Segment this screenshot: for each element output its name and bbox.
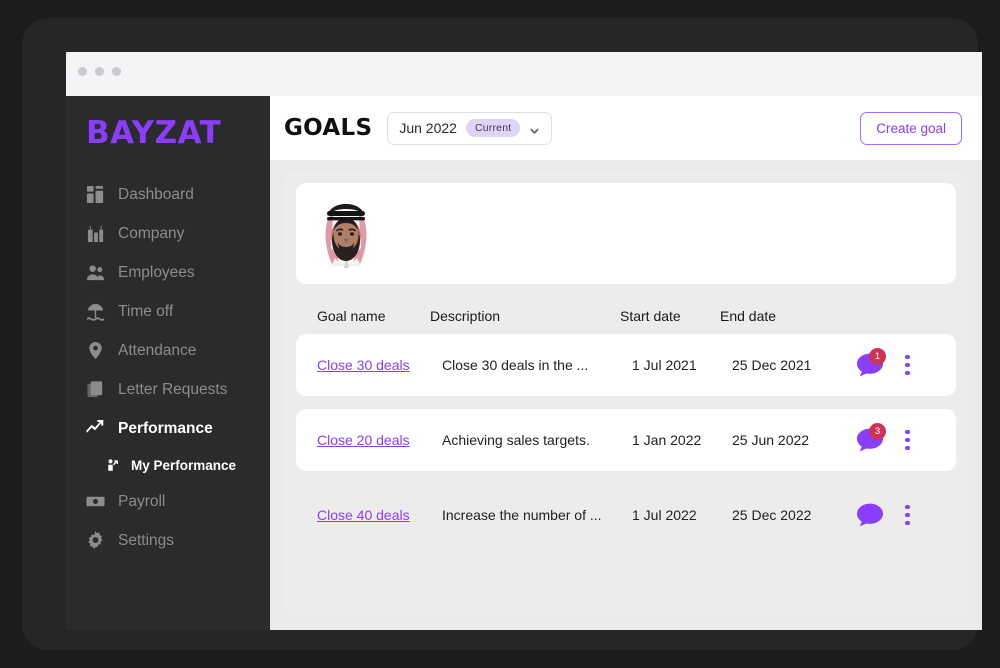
company-icon (86, 224, 105, 243)
table-row[interactable]: Close 40 deals Increase the number of ..… (296, 484, 956, 546)
sidebar-item-my-performance[interactable]: My Performance (66, 448, 270, 482)
row-menu-button[interactable] (905, 354, 910, 376)
sidebar-item-letter-requests[interactable]: Letter Requests (66, 370, 270, 409)
create-goal-button[interactable]: Create goal (860, 111, 962, 145)
goal-start-date: 1 Jul 2022 (632, 507, 697, 523)
sidebar-item-label: Dashboard (118, 185, 194, 203)
employee-card (296, 183, 956, 284)
period-selector[interactable]: Jun 2022 Current (387, 111, 553, 145)
comment-icon (857, 353, 883, 380)
comments-button[interactable] (857, 503, 883, 527)
column-header-description: Description (430, 308, 501, 324)
trend-arrow-icon (86, 419, 105, 438)
goals-panel: Goal name Description Start date End dat… (284, 171, 968, 616)
person-arrow-icon (106, 458, 121, 473)
goal-start-date: 1 Jan 2022 (632, 432, 702, 448)
dashboard-icon (86, 185, 105, 204)
sidebar-item-label: Time off (118, 302, 174, 320)
column-header-actions (845, 308, 968, 324)
app-body: BAYZAT Dashboard Company Employees Time … (66, 96, 982, 630)
comment-icon (857, 428, 883, 455)
maximize-icon[interactable] (112, 67, 121, 76)
goal-description: Increase the number of ... (442, 507, 602, 523)
page-title: GOALS (284, 115, 373, 141)
goal-description: Achieving sales targets. (442, 432, 590, 448)
main-content: GOALS Jun 2022 Current Create goal Goal … (270, 96, 982, 630)
window-titlebar (66, 52, 982, 96)
sidebar-nav-list: Dashboard Company Employees Time off Att… (66, 175, 270, 560)
sidebar-item-performance[interactable]: Performance (66, 409, 270, 448)
bayzat-logo[interactable]: BAYZAT (86, 118, 270, 149)
row-menu-button[interactable] (905, 504, 910, 526)
sidebar-item-time-off[interactable]: Time off (66, 292, 270, 331)
sidebar-item-label: Attendance (118, 341, 197, 359)
sidebar-item-label: Performance (118, 419, 213, 437)
time-off-icon (86, 302, 105, 321)
browser-screen: BAYZAT Dashboard Company Employees Time … (66, 52, 982, 630)
comment-count-badge: 3 (869, 423, 886, 440)
row-menu-button[interactable] (905, 429, 910, 451)
sidebar-item-attendance[interactable]: Attendance (66, 331, 270, 370)
goal-description: Close 30 deals in the ... (442, 357, 589, 373)
column-header-goal-name: Goal name (317, 308, 386, 324)
sidebar-item-dashboard[interactable]: Dashboard (66, 175, 270, 214)
comment-icon (857, 503, 883, 530)
goal-end-date: 25 Dec 2021 (732, 357, 812, 373)
sidebar-item-payroll[interactable]: Payroll (66, 482, 270, 521)
location-pin-icon (86, 341, 105, 360)
document-icon (86, 380, 105, 399)
table-row[interactable]: Close 30 deals Close 30 deals in the ...… (296, 334, 956, 396)
table-row[interactable]: Close 20 deals Achieving sales targets. … (296, 409, 956, 471)
sidebar-item-company[interactable]: Company (66, 214, 270, 253)
period-value: Jun 2022 (399, 120, 457, 136)
status-badge: Current (465, 119, 521, 137)
sidebar-item-label: My Performance (131, 457, 237, 473)
close-icon[interactable] (78, 67, 87, 76)
goal-name-link[interactable]: Close 30 deals (317, 357, 410, 373)
goal-name-link[interactable]: Close 20 deals (317, 432, 410, 448)
comments-button[interactable]: 3 (857, 423, 886, 455)
sidebar-item-employees[interactable]: Employees (66, 253, 270, 292)
minimize-icon[interactable] (95, 67, 104, 76)
banknote-icon (86, 492, 105, 511)
goal-end-date: 25 Dec 2022 (732, 507, 812, 523)
employees-icon (86, 263, 105, 282)
device-frame: BAYZAT Dashboard Company Employees Time … (22, 18, 982, 650)
sidebar: BAYZAT Dashboard Company Employees Time … (66, 96, 270, 630)
chevron-down-icon (529, 123, 540, 134)
column-header-start-date: Start date (620, 308, 681, 324)
goal-name-link[interactable]: Close 40 deals (317, 507, 410, 523)
sidebar-item-label: Employees (118, 263, 195, 281)
column-header-end-date: End date (720, 308, 777, 324)
page-header: GOALS Jun 2022 Current Create goal (270, 96, 982, 160)
gear-icon (86, 531, 105, 550)
goal-end-date: 25 Jun 2022 (732, 432, 810, 448)
sidebar-item-label: Payroll (118, 492, 166, 510)
avatar[interactable] (316, 200, 376, 268)
goal-start-date: 1 Jul 2021 (632, 357, 697, 373)
sidebar-item-settings[interactable]: Settings (66, 521, 270, 560)
comments-button[interactable]: 1 (857, 348, 886, 380)
comment-count-badge: 1 (869, 348, 886, 365)
sidebar-item-label: Company (118, 224, 185, 242)
sidebar-item-label: Settings (118, 531, 175, 549)
traffic-lights (78, 67, 121, 76)
sidebar-item-label: Letter Requests (118, 380, 228, 398)
table-header: Goal name Description Start date End dat… (284, 284, 968, 334)
